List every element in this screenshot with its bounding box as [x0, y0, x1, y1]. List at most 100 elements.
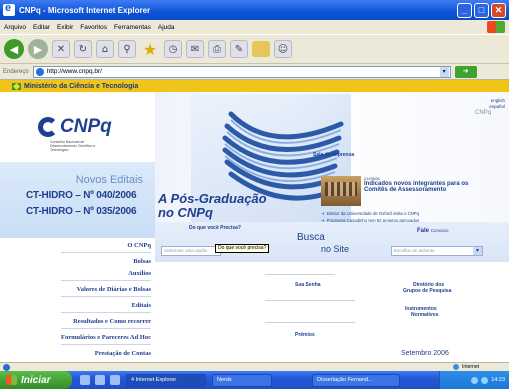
instrumentos-link-2[interactable]: Normativos: [411, 312, 439, 318]
hero-line-1: A Pós-Graduação: [158, 191, 267, 206]
clock: 14:23: [491, 377, 505, 383]
forward-icon[interactable]: ▶: [28, 39, 48, 59]
print-icon[interactable]: ⎙: [208, 40, 226, 58]
premios-link[interactable]: Prêmios: [295, 332, 315, 338]
stop-icon[interactable]: ✕: [52, 40, 70, 58]
nav-prestacao[interactable]: Prestação de Contas: [61, 350, 151, 357]
minimize-icon[interactable]: _: [457, 3, 472, 18]
busca-title: Busca: [297, 232, 325, 243]
left-column: CNPq Conselho Nacional de Desenvolviment…: [0, 92, 155, 362]
taskbar-task-ie[interactable]: 4 Internet Explorer: [126, 373, 206, 387]
address-label: Endereço: [3, 68, 29, 75]
favorites-icon[interactable]: ★: [140, 39, 160, 59]
window-controls: _ □ ✕: [457, 3, 506, 18]
menu-ferramentas[interactable]: Ferramentas: [114, 24, 151, 31]
nav-resultados[interactable]: Resultados e Como recorrer: [60, 318, 151, 329]
back-icon[interactable]: ◀: [4, 39, 24, 59]
zone-label: Internet: [462, 364, 479, 370]
windows-flag-icon: [487, 21, 505, 33]
news-photo[interactable]: [321, 176, 361, 206]
language-switch: english español: [489, 98, 505, 110]
novos-editais-box: Novos Editais CT-HIDRO – Nº 040/2006 CT-…: [0, 162, 155, 238]
question-title: Do que você Precisa?: [189, 225, 241, 231]
quick-launch-media-icon[interactable]: [110, 375, 120, 385]
logo-subtitle: Conselho Nacional de Desenvolvimento Cie…: [50, 140, 96, 152]
window-titlebar: CNPq - Microsoft Internet Explorer _ □ ✕: [0, 0, 509, 20]
calendar-month[interactable]: Setembro 2006: [401, 350, 449, 357]
cnpq-header-text: CNPq: [474, 110, 491, 116]
gov-bar-label: Ministério da Ciência e Tecnologia: [24, 82, 139, 90]
sua-senha-link[interactable]: Sua Senha: [295, 282, 321, 288]
messenger-icon[interactable]: ☺: [274, 40, 292, 58]
divider: [265, 322, 355, 323]
tray-network-icon[interactable]: [471, 376, 479, 384]
quick-launch-ie-icon[interactable]: [80, 375, 90, 385]
address-bar: Endereço http://www.cnpq.br/ ▾ ➜: [0, 64, 509, 80]
hero-headline[interactable]: A Pós-Graduação no CNPq: [158, 192, 267, 220]
subject-placeholder: Escolha um assunto: [394, 248, 435, 253]
tray-volume-icon[interactable]: [481, 376, 489, 384]
home-icon[interactable]: ⌂: [96, 40, 114, 58]
task-label: Dissertação Fernand...: [317, 377, 373, 383]
start-label: Iniciar: [21, 374, 51, 386]
edital-link-1[interactable]: CT-HIDRO – Nº 040/2006: [26, 190, 137, 201]
maximize-icon[interactable]: □: [474, 3, 489, 18]
nav-editais[interactable]: Editais: [60, 302, 151, 313]
fale-conosco-title[interactable]: Fale Conosco: [417, 228, 448, 234]
menu-editar[interactable]: Editar: [33, 24, 50, 31]
windows-logo-icon: [6, 375, 17, 385]
subject-select[interactable]: Escolha um assunto ▾: [391, 246, 483, 256]
arrow-right-icon: ➜: [321, 211, 325, 216]
taskbar-task-nerds[interactable]: Nerds: [212, 373, 272, 387]
news-item-label: Diretor da Universidade de Oxford visita…: [326, 211, 420, 216]
news-headline[interactable]: Indicados novos integrantes para os Comi…: [364, 181, 484, 193]
divider: [265, 300, 355, 301]
novos-editais-title: Novos Editais: [75, 174, 143, 186]
tooltip: Do que você precisa?: [215, 244, 270, 253]
search-icon[interactable]: ⚲: [118, 40, 136, 58]
close-icon[interactable]: ✕: [491, 3, 506, 18]
status-bar: Internet: [0, 362, 509, 371]
gov-bar[interactable]: Ministério da Ciência e Tecnologia: [0, 80, 509, 92]
taskbar-task-dissertacao[interactable]: Dissertação Fernand...: [312, 373, 400, 387]
edit-icon[interactable]: ✎: [230, 40, 248, 58]
window-title: CNPq - Microsoft Internet Explorer: [19, 5, 151, 15]
chevron-down-icon[interactable]: ▾: [473, 247, 482, 255]
news-item[interactable]: ➜ Diretor da Universidade de Oxford visit…: [321, 210, 423, 217]
refresh-icon[interactable]: ↻: [74, 40, 92, 58]
history-icon[interactable]: ◷: [164, 40, 182, 58]
edital-link-2[interactable]: CT-HIDRO – Nº 035/2006: [26, 206, 137, 217]
cnpq-logo-icon: [38, 117, 58, 137]
nav-bolsas[interactable]: Bolsas: [61, 258, 151, 265]
nav-auxilios[interactable]: Auxílios: [60, 270, 151, 281]
task-label: Nerds: [217, 377, 232, 383]
cnpq-logo[interactable]: CNPq: [38, 116, 112, 138]
nav-valores[interactable]: Valores de Diárias e Bolsas: [60, 286, 151, 297]
page-icon: [35, 67, 44, 76]
address-url: http://www.cnpq.br/: [46, 68, 102, 75]
go-button[interactable]: ➜: [454, 65, 477, 78]
fale-sub-label: Conosco: [430, 228, 449, 233]
no-site-title: no Site: [321, 244, 350, 254]
lang-espanol[interactable]: español: [489, 104, 505, 110]
start-button[interactable]: Iniciar: [0, 371, 72, 389]
menu-favoritos[interactable]: Favoritos: [80, 24, 107, 31]
folder-icon[interactable]: [252, 41, 270, 57]
diretorio-link-2[interactable]: Grupos de Pesquisa: [403, 288, 451, 294]
address-input[interactable]: http://www.cnpq.br/ ▾: [32, 65, 451, 78]
browser-toolbar: ◀ ▶ ✕ ↻ ⌂ ⚲ ★ ◷ ✉ ⎙ ✎ ☺: [0, 34, 509, 64]
menu-arquivo[interactable]: Arquivo: [4, 24, 26, 31]
sala-imprensa-link[interactable]: Sala de Imprensa: [313, 152, 354, 158]
menu-ajuda[interactable]: Ajuda: [158, 24, 175, 31]
system-tray: 14:23: [439, 371, 509, 389]
menu-exibir[interactable]: Exibir: [57, 24, 73, 31]
question-select[interactable]: Selecione uma opção: [161, 246, 221, 256]
side-nav: O CNPq Bolsas Auxílios Valores de Diária…: [60, 242, 151, 362]
chevron-down-icon[interactable]: ▾: [439, 66, 449, 77]
mail-icon[interactable]: ✉: [186, 40, 204, 58]
ie-screen: CNPq - Microsoft Internet Explorer _ □ ✕…: [0, 0, 509, 389]
fale-label: Fale: [417, 228, 430, 234]
nav-formularios[interactable]: Formulários e Pareceres Ad Hoc: [60, 334, 151, 345]
quick-launch-desktop-icon[interactable]: [95, 375, 105, 385]
nav-o-cnpq[interactable]: O CNPq: [60, 242, 151, 253]
